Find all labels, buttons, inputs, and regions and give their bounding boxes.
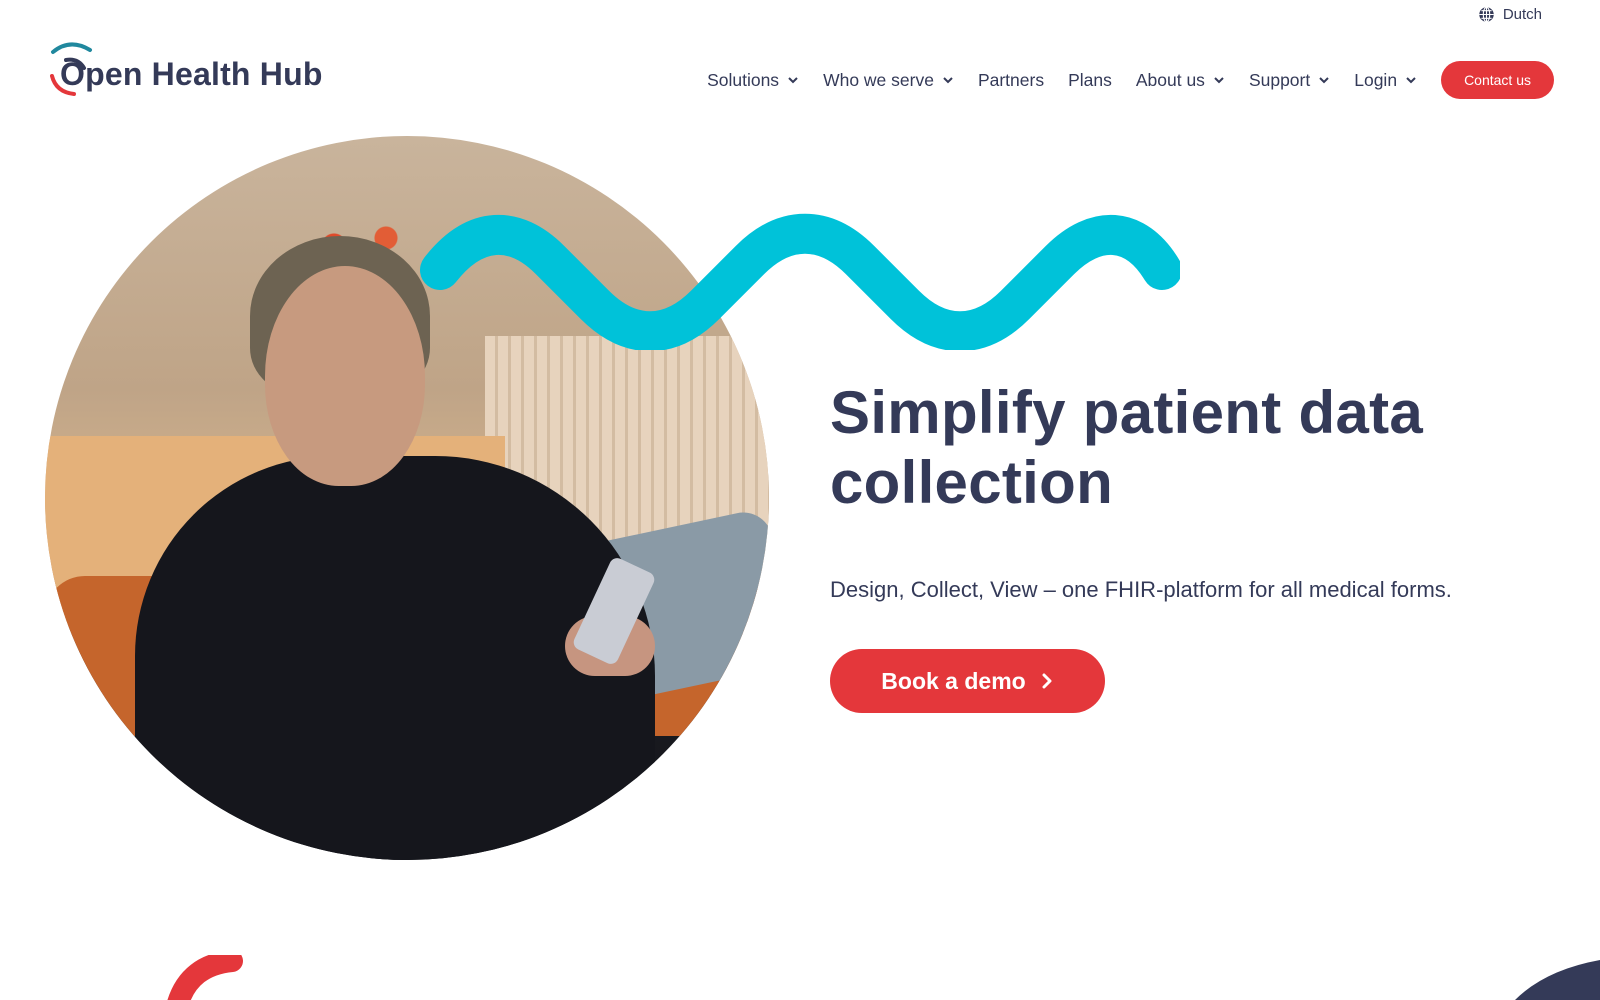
nav-item-solutions[interactable]: Solutions [707,70,799,91]
nav-label: Login [1354,69,1398,90]
nav-label: Solutions [707,69,780,90]
main-nav: Solutions Who we serve Partners Plans Ab… [707,60,1554,100]
hero-title: Simplify patient data collection [830,379,1424,516]
book-demo-button[interactable]: Book a demo [830,649,1105,713]
contact-us-button[interactable]: Contact us [1441,61,1554,99]
chevron-down-icon [1406,77,1416,84]
logo[interactable]: Open Health Hub [48,40,322,100]
book-demo-label: Book a demo [881,667,1026,694]
nav-label: Plans [1068,69,1112,90]
logo-text: Open Health Hub [60,55,323,92]
globe-icon [1479,6,1494,23]
chevron-down-icon [788,77,798,84]
chevron-down-icon [943,77,953,84]
decorative-navy-shape [1515,960,1600,1000]
nav-item-about-us[interactable]: About us [1136,70,1225,91]
nav-item-login[interactable]: Login [1354,70,1417,91]
nav-item-support[interactable]: Support [1249,70,1330,91]
language-label: Dutch [1502,6,1542,23]
decorative-wave [420,213,1180,350]
nav-label: Partners [977,69,1045,90]
nav-item-plans[interactable]: Plans [1068,70,1112,91]
chevron-right-icon [1042,673,1052,689]
nav-label: About us [1135,69,1205,90]
hero-subtitle: Design, Collect, View – one FHIR-platfor… [830,577,1452,602]
nav-item-who-we-serve[interactable]: Who we serve [823,70,954,91]
chevron-down-icon [1214,77,1224,84]
language-switcher[interactable]: Dutch [1478,6,1542,23]
chevron-down-icon [1319,77,1329,84]
nav-label: Support [1248,69,1311,90]
decorative-red-arc [167,955,243,1000]
nav-item-partners[interactable]: Partners [978,70,1044,91]
photo-person-head [265,266,425,486]
nav-label: Who we serve [823,69,934,90]
